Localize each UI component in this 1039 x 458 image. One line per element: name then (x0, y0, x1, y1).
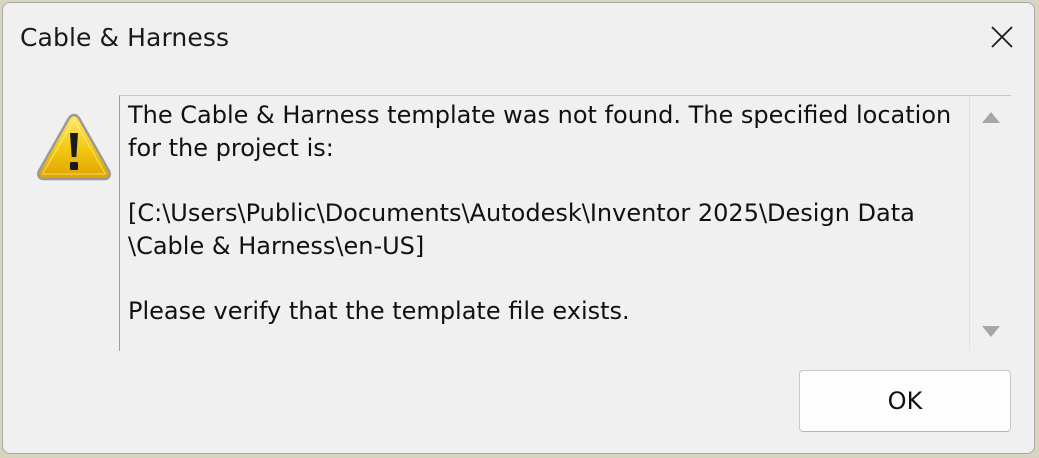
message-line: for the project is: (128, 134, 334, 162)
message-text-box[interactable]: The Cable & Harness template was not fou… (119, 95, 1011, 351)
dialog-window: Cable & Harness The Cable & Harness temp… (2, 2, 1035, 454)
message-text: The Cable & Harness template was not fou… (128, 99, 958, 328)
close-icon (991, 26, 1013, 48)
warning-icon (35, 111, 113, 183)
title-bar: Cable & Harness (3, 3, 1034, 75)
template-path-line: [C:\Users\Public\Documents\Autodesk\Inve… (128, 199, 915, 227)
ok-button[interactable]: OK (799, 370, 1011, 432)
scroll-up-arrow-icon[interactable] (982, 112, 1000, 123)
message-line: Please verify that the template file exi… (128, 297, 630, 325)
scroll-down-arrow-icon[interactable] (982, 326, 1000, 337)
close-button[interactable] (988, 23, 1016, 51)
vertical-scrollbar[interactable] (969, 96, 1011, 351)
dialog-title: Cable & Harness (20, 23, 230, 52)
template-path-line: \Cable & Harness\en-US] (128, 232, 425, 260)
message-line: The Cable & Harness template was not fou… (128, 101, 952, 129)
